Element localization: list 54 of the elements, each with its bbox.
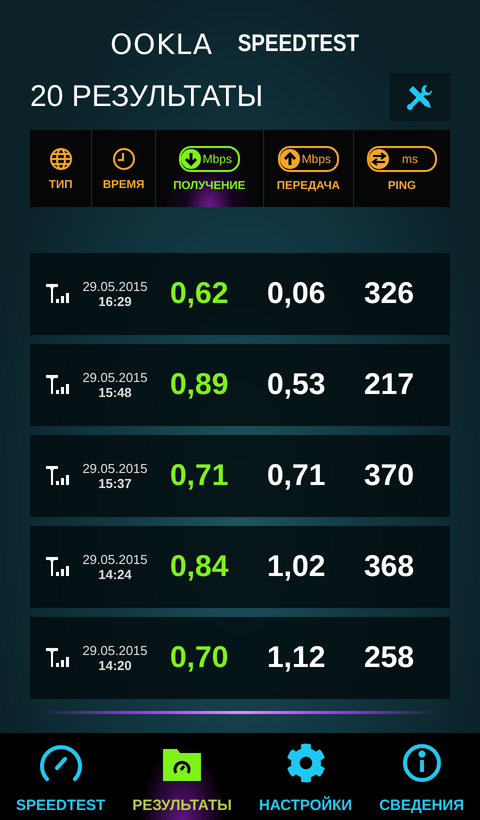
column-label: ПОЛУЧЕНИЕ xyxy=(173,180,246,192)
tools-icon xyxy=(405,82,435,112)
result-date: 29.05.2015 xyxy=(82,552,148,567)
signal-icon xyxy=(46,282,70,306)
ping-value: 370 xyxy=(364,459,416,493)
exchange-arrows-icon xyxy=(368,148,389,168)
unit-label: Mbps xyxy=(202,152,232,166)
result-date: 29.05.2015 xyxy=(82,370,148,385)
signal-icon xyxy=(46,464,70,488)
logo-wordmark: OOKLA xyxy=(110,28,214,60)
unit-label: Mbps xyxy=(302,152,332,166)
upload-speed: 0,71 xyxy=(267,459,326,493)
result-date: 29.05.2015 xyxy=(82,461,148,476)
ping-value: 326 xyxy=(364,277,416,311)
upload-speed: 0,06 xyxy=(267,277,326,311)
column-label: ВРЕМЯ xyxy=(102,178,144,190)
ping-value: 258 xyxy=(364,641,416,675)
gauge-icon xyxy=(38,743,83,783)
result-time: 16:29 xyxy=(98,294,132,309)
clock-icon xyxy=(112,146,136,170)
column-label: ТИП xyxy=(48,178,72,190)
download-speed: 0,62 xyxy=(170,277,230,311)
result-row[interactable]: 29.05.2015 16:29 0,62 0,06 326 xyxy=(30,253,450,335)
result-time: 15:37 xyxy=(98,476,132,491)
result-date: 29.05.2015 xyxy=(82,279,148,294)
results-title: 20 РЕЗУЛЬТАТЫ xyxy=(30,80,264,114)
settings-icon xyxy=(286,743,326,783)
info-icon xyxy=(402,743,442,783)
download-speed: 0,84 xyxy=(170,550,230,584)
download-speed: 0,89 xyxy=(170,368,230,402)
result-time: 14:24 xyxy=(98,567,132,582)
signal-icon xyxy=(46,373,70,397)
globe-icon xyxy=(48,146,73,170)
result-row[interactable]: 29.05.2015 14:24 0,84 1,02 368 xyxy=(30,526,450,608)
product-name: SPEEDTEST xyxy=(238,30,360,58)
result-row[interactable]: 29.05.2015 15:48 0,89 0,53 217 xyxy=(30,344,450,426)
signal-icon xyxy=(46,555,70,579)
result-row[interactable]: 29.05.2015 14:20 0,70 1,12 258 xyxy=(30,617,450,699)
ping-value: 368 xyxy=(364,550,416,584)
download-speed: 0,70 xyxy=(170,641,230,675)
result-date: 29.05.2015 xyxy=(82,643,148,658)
upload-speed: 1,12 xyxy=(267,641,326,675)
column-label: PING xyxy=(388,180,416,192)
ping-value: 217 xyxy=(364,368,416,402)
unit-label: ms xyxy=(400,152,419,166)
column-label: ПЕРЕДАЧА xyxy=(276,180,340,192)
tools-button[interactable] xyxy=(390,73,450,121)
upload-speed: 1,02 xyxy=(267,550,326,584)
upload-speed: 0,53 xyxy=(267,368,326,402)
result-row[interactable]: 29.05.2015 15:37 0,71 0,71 370 xyxy=(30,435,450,517)
result-time: 15:48 xyxy=(98,385,132,400)
download-speed: 0,71 xyxy=(170,459,230,493)
result-time: 14:20 xyxy=(98,658,132,673)
signal-icon xyxy=(46,646,70,670)
